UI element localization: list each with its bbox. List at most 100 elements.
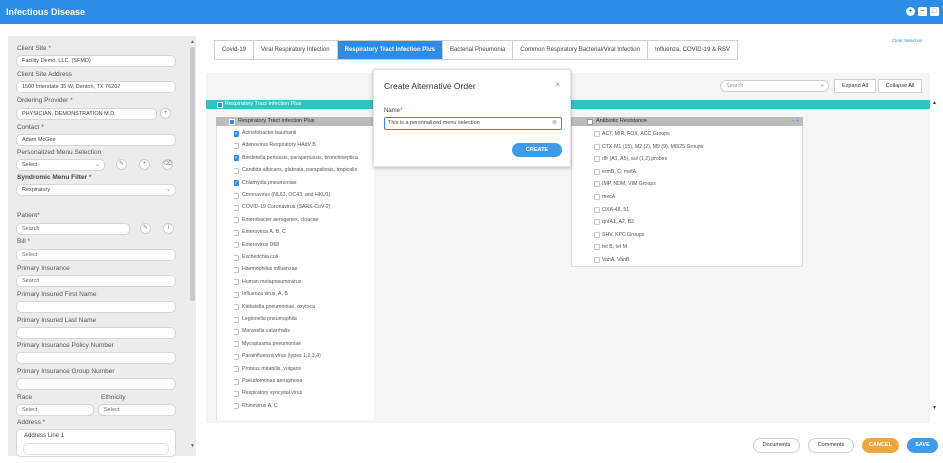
pathogen-checkbox[interactable] <box>234 266 239 273</box>
scroll-up-icon[interactable]: ▲ <box>190 39 195 45</box>
tab-bacterial-pneumonia[interactable]: Bacterial Pneumonia <box>443 41 514 59</box>
antibiotic-checkbox[interactable] <box>594 257 600 263</box>
pathogen-row[interactable]: Rhinovirus A, C <box>234 402 374 411</box>
pathogen-checkbox[interactable] <box>234 167 239 174</box>
syndromic-menu-select[interactable]: Respiratory ⌄ <box>16 184 176 196</box>
pathogen-row[interactable]: Respiratory syncytial virus <box>234 389 374 398</box>
pathogen-row[interactable]: Enterovirus A, B, C <box>234 228 374 237</box>
insured-last-name-field[interactable] <box>16 327 176 339</box>
group-number-field[interactable] <box>16 378 176 390</box>
contact-field[interactable]: Adam McGee <box>16 134 176 146</box>
close-icon[interactable]: × <box>555 80 560 89</box>
antibiotic-header-checkbox[interactable] <box>587 118 593 125</box>
pathogen-row[interactable]: Human metapneumovirus <box>234 278 374 287</box>
pathogen-row[interactable]: Parainfluenza virus (types 1,2,3,4) <box>234 352 374 361</box>
pathogen-row[interactable]: Adenovirus Respiratory HAdV B <box>234 141 374 150</box>
pathogen-checkbox[interactable] <box>234 242 239 249</box>
pathogen-row[interactable]: COVID-19 Coronavirus (SARS-CoV-2) <box>234 203 374 212</box>
race-select[interactable]: Select <box>16 404 94 416</box>
scroll-down-icon[interactable]: ▼ <box>190 443 195 449</box>
antibiotic-checkbox[interactable] <box>594 219 600 226</box>
pathogen-checkbox[interactable] <box>234 390 239 397</box>
patient-search-input[interactable]: Search <box>16 223 130 235</box>
antibiotic-checkbox[interactable] <box>594 244 600 251</box>
create-button[interactable]: CREATE <box>512 143 562 157</box>
scroll-down-icon[interactable]: ▼ <box>932 405 937 411</box>
minimize-icon[interactable]: − <box>918 7 927 16</box>
comments-button[interactable]: Comments <box>808 438 854 453</box>
antibiotic-header[interactable]: Antibiotic Resistance − + <box>571 117 803 126</box>
tab-respiratory-tract-plus[interactable]: Respiratory Tract Infection Plus <box>337 41 443 59</box>
pathogen-row[interactable]: Enterovirus D68 <box>234 241 374 250</box>
antibiotic-expand-controls[interactable]: − + <box>792 117 799 126</box>
pathogen-row[interactable]: Mycoplasma pneumoniae <box>234 340 374 349</box>
pathogen-checkbox[interactable] <box>234 378 239 385</box>
pathogen-row[interactable]: Acinetobacter baumanii <box>234 129 374 138</box>
ordering-provider-field[interactable]: PHYSICIAN, DEMONSTRATION M.D. <box>16 108 157 120</box>
clear-input-icon[interactable]: ⊗ <box>552 118 557 129</box>
pathogen-row[interactable]: Haemophilus influenzae <box>234 265 374 274</box>
edit-patient-icon[interactable]: ✎ <box>140 223 151 234</box>
pathogen-checkbox[interactable] <box>234 291 239 298</box>
cancel-button[interactable]: CANCEL <box>862 438 899 453</box>
pathogen-checkbox[interactable] <box>234 328 239 335</box>
pathogen-row[interactable]: Bordetella pertussis, parapertussis, bro… <box>234 154 374 163</box>
pathogen-row[interactable]: Pseudomonas aeruginosa <box>234 377 374 386</box>
pathogen-row[interactable]: Escherichia coli <box>234 253 374 262</box>
ethnicity-select[interactable]: Select <box>98 404 176 416</box>
pathogen-row[interactable]: Klebsiella pneumoniae, oxytoca <box>234 303 374 312</box>
add-icon[interactable]: + <box>906 7 915 16</box>
pathogen-header-checkbox[interactable] <box>229 118 235 125</box>
bill-select[interactable]: Select <box>16 249 176 261</box>
pathogen-checkbox[interactable] <box>234 192 239 199</box>
pathogen-checkbox[interactable] <box>234 154 239 163</box>
documents-button[interactable]: Documents <box>753 438 800 453</box>
pathogen-row[interactable]: Legionella pneumophila <box>234 315 374 324</box>
antibiotic-checkbox[interactable] <box>594 156 600 163</box>
pathogen-row[interactable]: Moraxella catarrhalis <box>234 327 374 336</box>
pathogen-header[interactable]: Respiratory Tract Infection Plus <box>216 117 374 126</box>
pathogen-checkbox[interactable] <box>234 279 239 286</box>
section-checkbox[interactable] <box>217 101 223 108</box>
policy-number-field[interactable] <box>16 352 176 364</box>
pathogen-row[interactable]: Influenza virus, A, B <box>234 290 374 299</box>
antibiotic-checkbox[interactable] <box>594 206 600 213</box>
pathogen-checkbox[interactable] <box>234 366 239 373</box>
antibiotic-checkbox[interactable] <box>594 231 600 238</box>
antibiotic-checkbox[interactable] <box>594 194 600 200</box>
antibiotic-checkbox[interactable] <box>594 131 600 137</box>
antibiotic-checkbox[interactable] <box>594 168 600 175</box>
main-scrollbar[interactable]: ▲ ▼ <box>932 100 938 420</box>
maximize-icon[interactable]: □ <box>930 7 939 16</box>
collapse-all-button[interactable]: Collapse All <box>878 79 922 93</box>
client-site-field[interactable]: Facility Demo, LLC. (SFMD) <box>16 55 176 67</box>
tab-common-respiratory[interactable]: Common Respiratory Bacterial/Viral Infec… <box>513 41 648 59</box>
edit-icon[interactable]: ✎ <box>116 159 127 170</box>
clear-selection-link[interactable]: Clear Selection <box>892 38 923 43</box>
primary-insurance-input[interactable]: Search <box>16 275 176 287</box>
antibiotic-checkbox[interactable] <box>594 143 600 150</box>
tab-viral-respiratory[interactable]: Viral Respiratory Infection <box>254 41 338 59</box>
antibiotic-checkbox[interactable] <box>594 181 600 188</box>
pathogen-checkbox[interactable] <box>234 341 239 348</box>
delete-icon[interactable]: ⌫ <box>162 159 173 170</box>
test-search-input[interactable]: Search ⌕ <box>720 80 829 92</box>
insured-first-name-field[interactable] <box>16 301 176 313</box>
left-scrollbar[interactable]: ▲ ▼ <box>190 39 195 449</box>
pathogen-checkbox[interactable] <box>234 403 239 410</box>
pathogen-checkbox[interactable] <box>234 304 239 311</box>
pathogen-row[interactable]: Chlamydia pneumoniae <box>234 179 374 188</box>
personalized-menu-select[interactable]: Select ⌄ <box>16 159 105 171</box>
pathogen-checkbox[interactable] <box>234 353 239 360</box>
add-provider-icon[interactable]: + <box>160 108 171 119</box>
pathogen-checkbox[interactable] <box>234 254 239 261</box>
pathogen-checkbox[interactable] <box>234 179 239 188</box>
address-line1-field[interactable] <box>23 443 169 455</box>
tab-influenza-covid-rsv[interactable]: Influenza, COVID-19 & RSV <box>648 41 737 59</box>
order-name-input[interactable]: This is a personalized menu selection ⊗ <box>384 117 562 130</box>
pathogen-checkbox[interactable] <box>234 142 239 149</box>
scrollbar-thumb[interactable] <box>190 47 195 301</box>
add-menu-icon[interactable]: + <box>139 159 150 170</box>
patient-info-icon[interactable]: i <box>163 223 174 234</box>
save-button[interactable]: SAVE <box>907 438 938 453</box>
